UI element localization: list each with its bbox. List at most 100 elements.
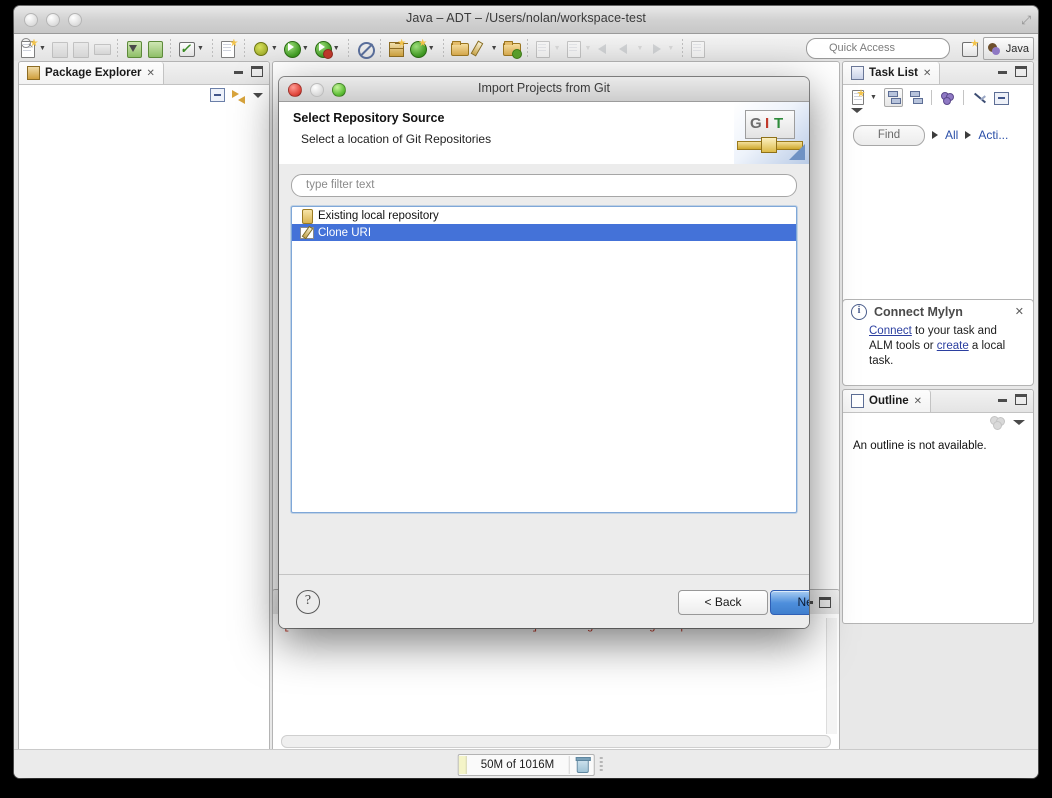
skip-breakpoints-icon[interactable]	[355, 39, 375, 59]
focus-icon[interactable]	[990, 416, 1005, 430]
new-task-icon[interactable]	[849, 89, 866, 106]
build-dropdown-icon[interactable]: ▼	[197, 39, 204, 58]
history-back-dropdown-icon[interactable]: ▼	[636, 39, 643, 58]
search-dropdown-icon[interactable]: ▼	[491, 39, 498, 58]
open-task-icon[interactable]	[502, 39, 522, 59]
run-garbage-collector-button[interactable]	[568, 756, 593, 774]
toolbar-group-activity	[218, 38, 239, 58]
close-icon[interactable]: ✕	[923, 68, 931, 79]
search-icon[interactable]	[470, 39, 490, 58]
new-android-activity-icon[interactable]	[219, 38, 238, 58]
minimize-icon[interactable]	[998, 398, 1007, 402]
new-java-package-icon[interactable]	[387, 38, 406, 58]
run-stop-icon[interactable]	[313, 39, 333, 59]
console-vertical-scrollbar[interactable]	[826, 618, 837, 734]
new-java-class-dropdown-icon[interactable]: ▼	[428, 39, 435, 58]
next-annotation-dropdown-icon[interactable]: ▼	[554, 39, 561, 58]
task-list-tabbar: Task List ✕	[843, 62, 1033, 85]
status-drag-handle[interactable]	[599, 757, 603, 772]
view-menu-icon[interactable]	[1013, 419, 1025, 425]
next-button[interactable]: Next >	[770, 590, 809, 615]
filter-activity-expand-icon[interactable]	[965, 131, 972, 139]
collapse-all-icon[interactable]	[210, 88, 225, 102]
console-horizontal-scrollbar[interactable]	[281, 735, 831, 748]
debug-icon[interactable]	[251, 39, 270, 58]
save-all-icon[interactable]	[71, 39, 90, 58]
run-icon[interactable]	[282, 39, 301, 58]
create-link[interactable]: create	[937, 340, 969, 352]
filter-input[interactable]: type filter text	[291, 174, 797, 197]
pin-editor-icon[interactable]	[689, 39, 708, 58]
filter-all-label[interactable]: All	[945, 128, 958, 142]
android-virtual-device-manager-icon[interactable]	[145, 39, 164, 58]
filter-all-expand-icon[interactable]	[932, 131, 938, 139]
find-input[interactable]: Find	[853, 124, 925, 146]
list-item[interactable]: Existing local repository	[292, 207, 796, 224]
categorized-presentation-icon[interactable]	[883, 88, 903, 107]
maximize-icon[interactable]	[251, 66, 263, 77]
link-with-editor-icon[interactable]	[232, 89, 246, 104]
filter-activity-label[interactable]: Acti...	[978, 128, 1008, 142]
perspective-java-button[interactable]: Java	[982, 37, 1034, 60]
list-item[interactable]: Clone URI	[292, 224, 796, 241]
focus-on-workweek-icon[interactable]	[939, 89, 956, 106]
view-menu-icon[interactable]	[851, 108, 863, 113]
back-button[interactable]: < Back	[678, 590, 768, 615]
main-toolbar: ▼ ✓ ▼ ▼ ▼ ▼ ▼ ▼ ▼ ▼ ▼ ▼ Quick Access Jav…	[14, 34, 1038, 63]
view-menu-icon[interactable]	[253, 92, 263, 98]
tab-package-explorer[interactable]: Package Explorer ✕	[19, 62, 164, 84]
open-perspective-icon[interactable]	[960, 39, 979, 58]
print-icon[interactable]	[92, 39, 111, 58]
run-dropdown-icon[interactable]: ▼	[302, 39, 309, 58]
help-button[interactable]: ?	[296, 590, 320, 614]
run-stop-dropdown-icon[interactable]: ▼	[333, 39, 340, 58]
new-task-dropdown-icon[interactable]: ▼	[870, 89, 877, 106]
package-explorer-icon	[27, 66, 40, 80]
forward-dropdown-icon[interactable]: ▼	[667, 39, 674, 58]
task-list-tab-label: Task List	[869, 67, 918, 79]
tab-task-list[interactable]: Task List ✕	[843, 62, 941, 84]
close-icon[interactable]: ✕	[914, 396, 922, 407]
toolbar-group-file: ▼	[18, 38, 112, 58]
previous-annotation-dropdown-icon[interactable]: ▼	[585, 39, 592, 58]
dialog-heading: Select Repository Source	[293, 111, 445, 125]
quick-access-input[interactable]: Quick Access	[806, 38, 950, 59]
connect-mylyn-message: Connect to your task and ALM tools or cr…	[843, 324, 1033, 369]
next-annotation-icon[interactable]	[534, 39, 553, 58]
connect-link[interactable]: Connect	[869, 325, 912, 337]
maximize-icon[interactable]	[1015, 66, 1027, 77]
maximize-icon[interactable]	[1015, 394, 1027, 405]
tab-outline[interactable]: Outline ✕	[843, 390, 932, 412]
dialog-body: type filter text Existing local reposito…	[279, 164, 809, 575]
open-type-icon[interactable]	[450, 39, 469, 58]
git-logo-icon: G I T	[734, 102, 809, 164]
toolbar-group-build: ✓ ▼	[176, 39, 207, 58]
link-with-editor-icon[interactable]	[992, 89, 1009, 106]
debug-dropdown-icon[interactable]: ▼	[271, 39, 278, 58]
fullscreen-icon[interactable]: ⤢	[1021, 13, 1031, 28]
heap-usage-bar	[458, 756, 467, 774]
build-all-icon[interactable]: ✓	[177, 39, 196, 58]
history-back-icon[interactable]	[616, 39, 635, 58]
new-wizard-dropdown-icon[interactable]: ▼	[39, 39, 46, 58]
maximize-icon[interactable]	[819, 596, 831, 608]
minimize-icon[interactable]	[234, 70, 243, 74]
heap-status[interactable]: 50M of 1016M	[457, 754, 603, 776]
close-icon[interactable]: ✕	[1015, 305, 1024, 318]
back-icon[interactable]	[595, 39, 614, 58]
minimize-icon[interactable]	[998, 70, 1007, 74]
collapse-all-icon[interactable]	[971, 89, 988, 106]
android-sdk-manager-icon[interactable]	[124, 39, 143, 58]
scheduled-presentation-icon[interactable]	[907, 89, 924, 106]
repository-source-list[interactable]: Existing local repository Clone URI	[291, 206, 797, 513]
new-java-class-icon[interactable]	[408, 38, 427, 58]
package-explorer-view-controls	[234, 66, 263, 77]
toolbar-separator	[526, 39, 528, 57]
git-logo-g: G	[750, 115, 762, 132]
task-list-icon	[851, 66, 864, 80]
previous-annotation-icon[interactable]	[565, 39, 584, 58]
forward-icon[interactable]	[647, 39, 666, 58]
outline-tab-label: Outline	[869, 395, 909, 407]
save-icon[interactable]	[50, 39, 69, 58]
close-icon[interactable]: ✕	[147, 68, 155, 79]
